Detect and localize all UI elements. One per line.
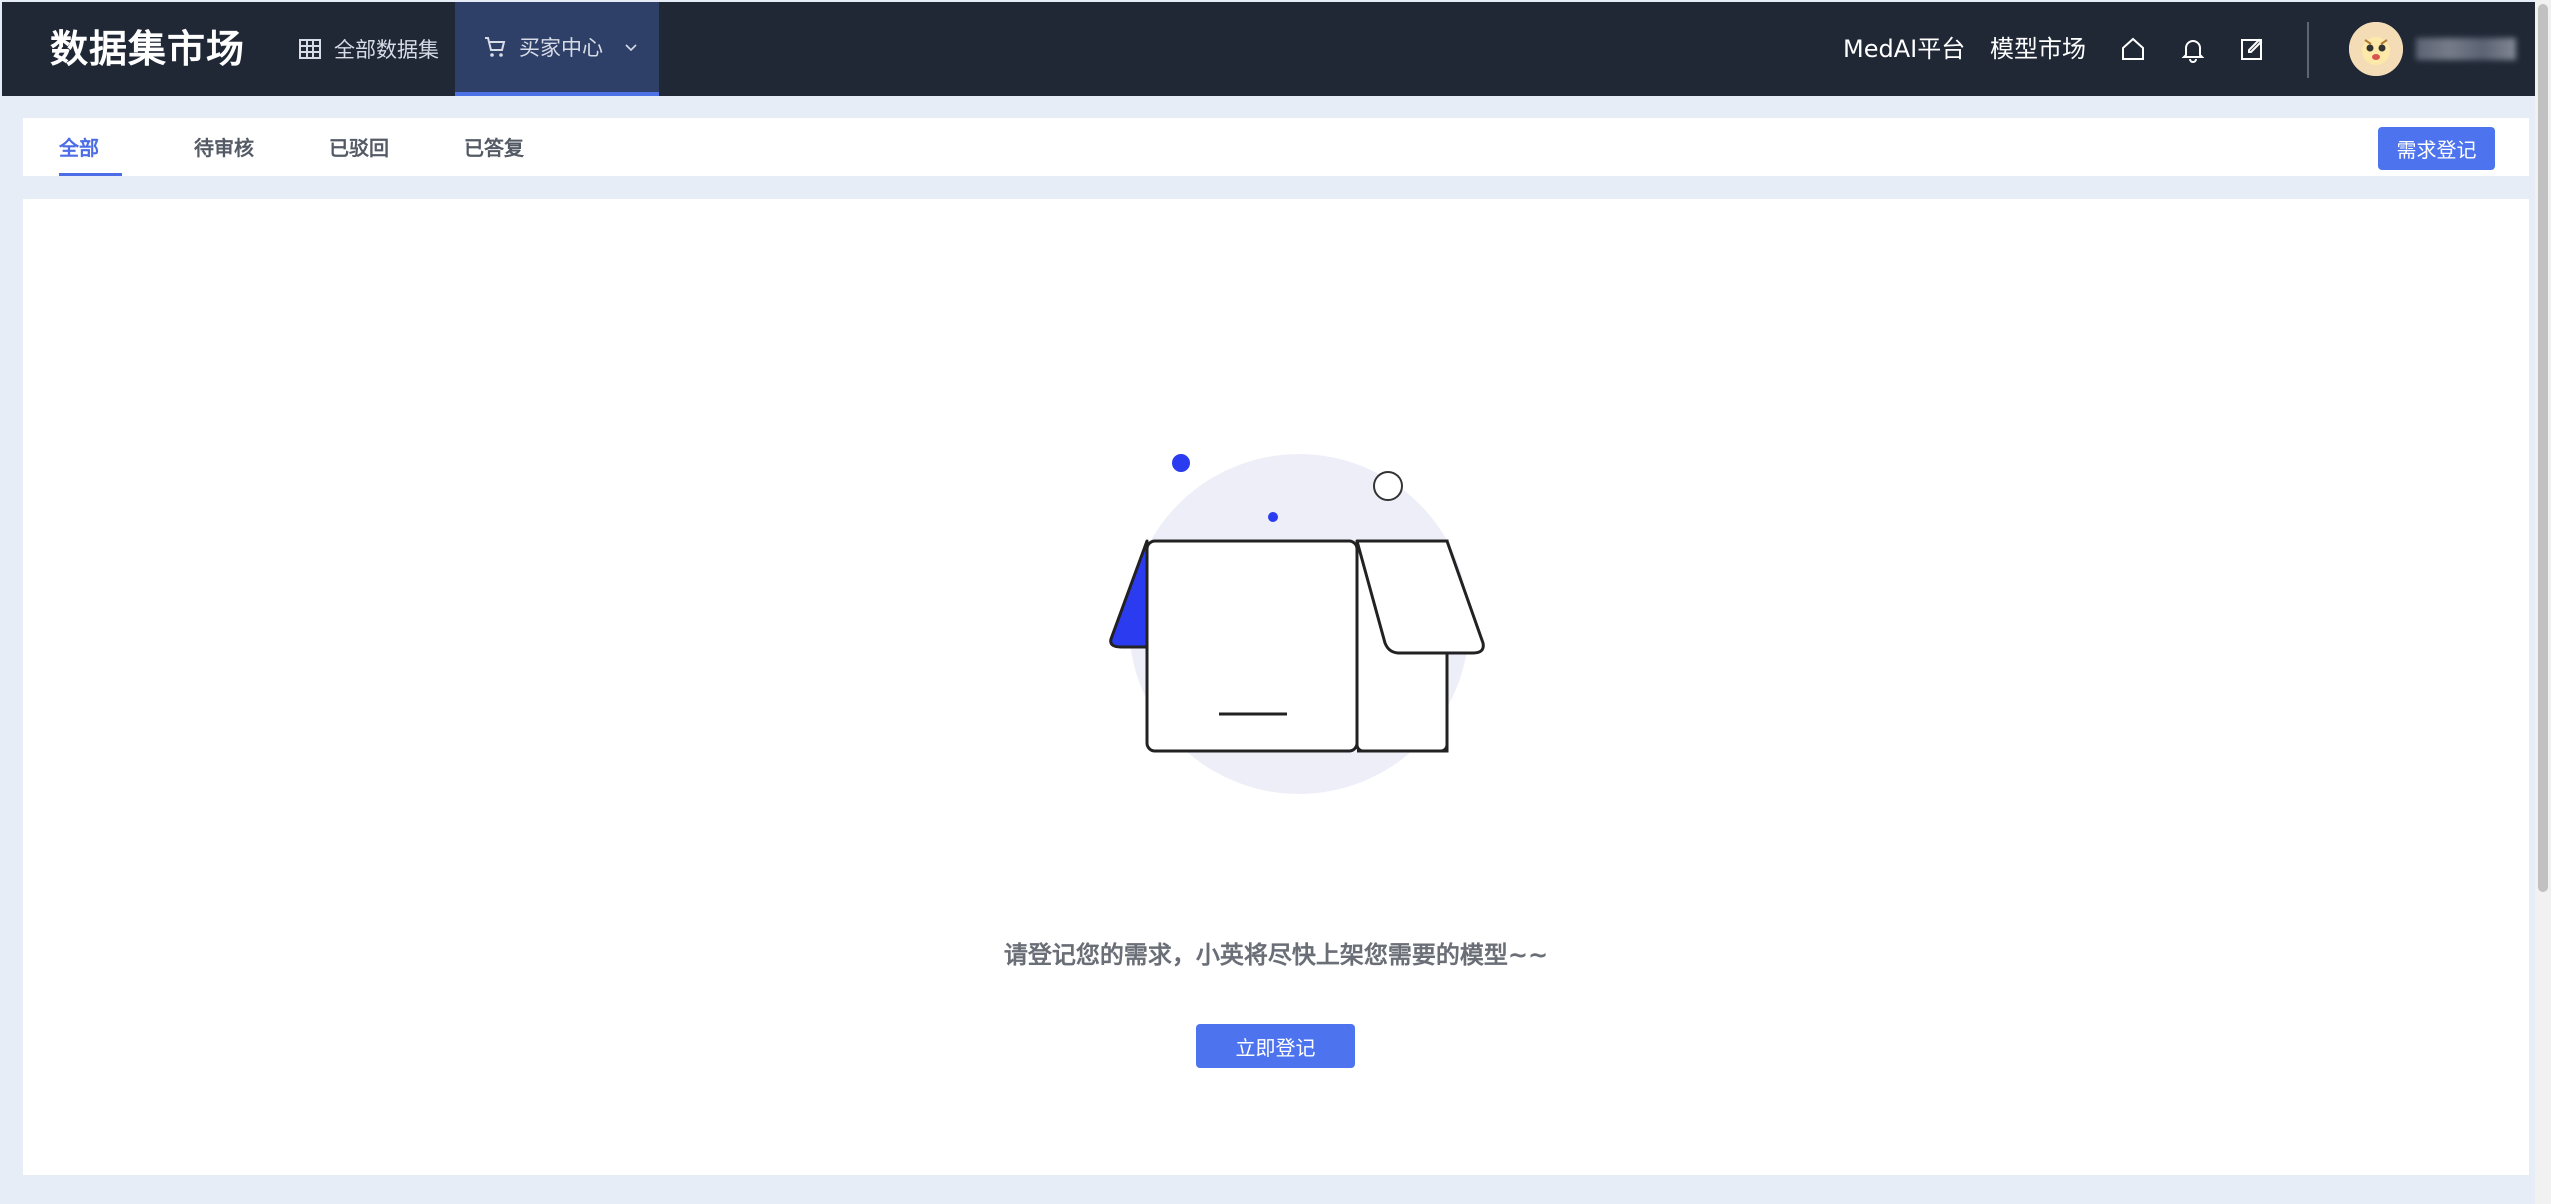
- avatar-face-icon: [2349, 22, 2403, 76]
- empty-box-illustration: [1109, 454, 1485, 794]
- cart-icon: [485, 37, 506, 57]
- nav-all-datasets-label: 全部数据集: [334, 38, 439, 62]
- header-divider: [2307, 22, 2309, 78]
- nav-all-datasets[interactable]: 全部数据集: [298, 2, 439, 96]
- register-now-button[interactable]: 立即登记: [1196, 1024, 1355, 1068]
- chevron-down-icon: [625, 44, 637, 52]
- tab-all[interactable]: 全部: [59, 132, 122, 176]
- username-blurred[interactable]: [2416, 38, 2516, 60]
- brand-title[interactable]: 数据集市场: [50, 24, 245, 74]
- edit-icon[interactable]: [2238, 35, 2266, 63]
- main-content: 请登记您的需求，小英将尽快上架您需要的模型~~ 立即登记: [23, 199, 2529, 1175]
- bell-icon[interactable]: [2179, 35, 2207, 63]
- link-model-market[interactable]: 模型市场: [1990, 32, 2086, 66]
- tab-rejected[interactable]: 已驳回: [329, 132, 389, 176]
- tab-answered[interactable]: 已答复: [464, 132, 524, 176]
- tab-bar: 全部 待审核 已驳回 已答复 需求登记: [23, 118, 2529, 176]
- scrollbar-thumb[interactable]: [2538, 4, 2548, 892]
- home-icon[interactable]: [2119, 35, 2147, 63]
- tab-pending[interactable]: 待审核: [194, 132, 254, 176]
- request-register-button[interactable]: 需求登记: [2378, 127, 2495, 170]
- grid-icon: [299, 39, 321, 59]
- nav-buyer-center-label: 买家中心: [519, 36, 603, 60]
- top-navbar: 数据集市场 全部数据集 买家中心 MedAI平台 模型市场: [2, 2, 2536, 96]
- nav-buyer-center[interactable]: 买家中心: [455, 2, 659, 96]
- empty-message: 请登记您的需求，小英将尽快上架您需要的模型~~: [1003, 941, 1549, 969]
- avatar[interactable]: [2349, 22, 2403, 76]
- link-medai-platform[interactable]: MedAI平台: [1843, 32, 1965, 66]
